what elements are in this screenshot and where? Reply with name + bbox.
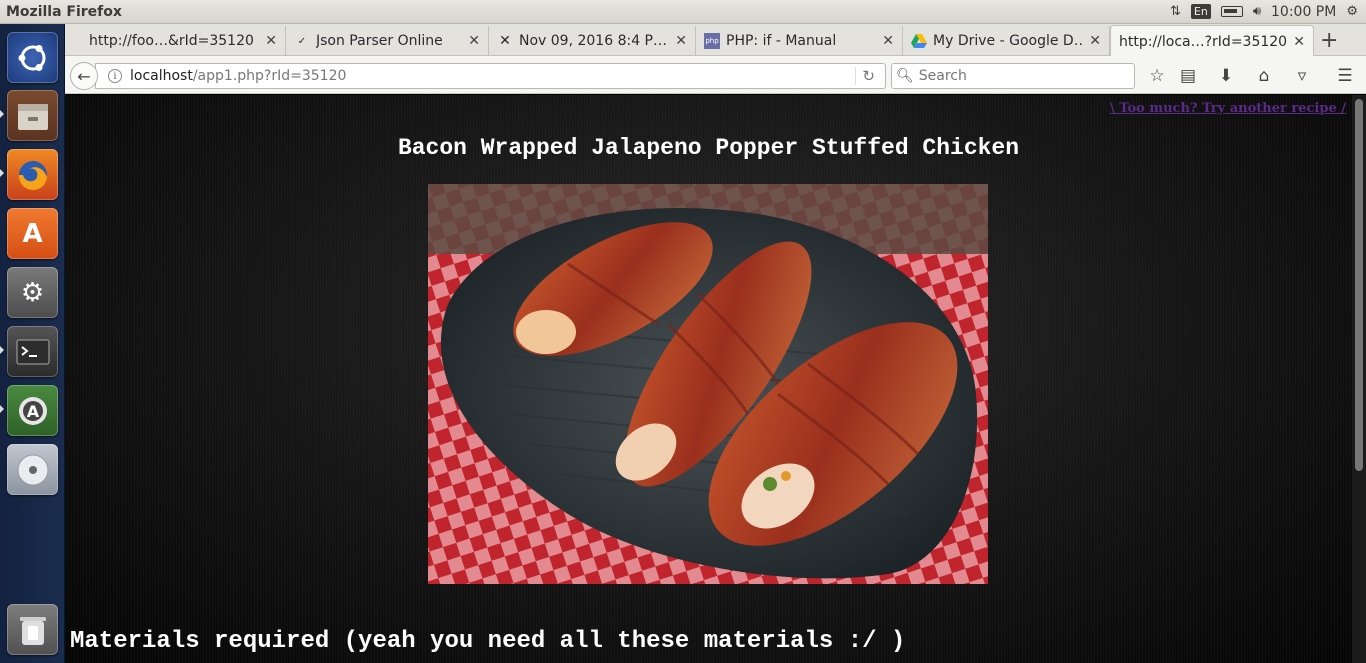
ubuntu-dash-button[interactable] (7, 32, 58, 83)
tab-label: http://foo…&rId=35120 (89, 33, 254, 49)
indicator-area: ⇅ En 🔊︎ 10:00 PM ⚙ (1170, 4, 1366, 20)
updater-icon: A (18, 396, 47, 425)
info-icon[interactable]: i (108, 69, 122, 83)
tab-5[interactable]: My Drive - Google D… ✕ (903, 26, 1110, 56)
file-cabinet-icon (17, 103, 48, 130)
running-indicator (0, 346, 4, 354)
network-transfer-icon[interactable]: ⇅ (1170, 4, 1181, 19)
close-tab-icon[interactable]: ✕ (675, 33, 687, 49)
close-tab-icon[interactable]: ✕ (468, 33, 480, 49)
shopping-bag-icon: A (22, 218, 43, 249)
recipe-title: Bacon Wrapped Jalapeno Popper Stuffed Ch… (397, 135, 1020, 161)
materials-heading: Materials required (yeah you need all th… (70, 628, 906, 655)
pocket-icon[interactable]: ▿ (1290, 64, 1314, 88)
tab-label: My Drive - Google D… (933, 33, 1084, 49)
url-host: localhost (130, 68, 193, 84)
running-indicator (0, 169, 4, 177)
page-content: \ Too much? Try another recipe / Bacon W… (65, 95, 1366, 663)
clock[interactable]: 10:00 PM (1271, 4, 1336, 20)
navigation-toolbar: i localhost/app1.php?rId=35120 ↻ ← 🔍︎ ☆ … (65, 56, 1366, 94)
terminal-button[interactable] (7, 326, 58, 377)
reading-list-icon[interactable]: ▤ (1176, 64, 1200, 88)
url-path: /app1.php?rId=35120 (192, 68, 347, 84)
trash-button[interactable] (7, 604, 58, 655)
tab-label: Json Parser Online (316, 33, 443, 49)
trash-icon (19, 616, 46, 645)
ubuntu-logo-icon (18, 44, 45, 71)
reload-icon[interactable]: ↻ (855, 67, 875, 85)
try-another-recipe-link[interactable]: \ Too much? Try another recipe / (1110, 101, 1346, 116)
files-button[interactable] (7, 90, 58, 141)
back-button[interactable]: ← (70, 62, 98, 90)
keyboard-layout-indicator[interactable]: En (1190, 4, 1211, 19)
tab-label: Nov 09, 2016 8:4 P… (519, 33, 667, 49)
menu-hamburger-icon[interactable]: ☰ (1333, 64, 1357, 88)
tab-strip: http://foo…&rId=35120 ✕ ✓ Json Parser On… (65, 24, 1366, 57)
close-tab-icon[interactable]: ✕ (1089, 33, 1101, 49)
url-bar[interactable]: i localhost/app1.php?rId=35120 ↻ (95, 63, 886, 89)
software-center-button[interactable]: A (7, 208, 58, 259)
google-drive-icon (911, 33, 927, 49)
app-title: Mozilla Firefox (6, 3, 122, 20)
firefox-icon (18, 160, 47, 190)
gear-wrench-icon: ⚙ (20, 277, 45, 308)
software-updater-button[interactable]: A (7, 385, 58, 436)
tab-2[interactable]: ✓ Json Parser Online ✕ (286, 26, 489, 56)
bookmark-star-icon[interactable]: ☆ (1145, 64, 1169, 88)
firefox-window: http://foo…&rId=35120 ✕ ✓ Json Parser On… (65, 24, 1366, 663)
new-tab-icon[interactable]: + (1320, 28, 1338, 53)
search-bar[interactable]: 🔍︎ (891, 63, 1135, 89)
search-icon: 🔍︎ (896, 68, 914, 84)
tab-label: http://loca…?rId=35120 (1119, 33, 1288, 50)
download-icon[interactable]: ⬇ (1214, 64, 1238, 88)
running-indicator (0, 110, 4, 118)
close-tab-icon[interactable]: ✕ (1293, 34, 1305, 50)
tab-4[interactable]: php PHP: if - Manual ✕ (696, 26, 903, 56)
scrollbar-thumb[interactable] (1355, 99, 1363, 471)
recipe-photo (428, 184, 988, 584)
json-icon: ✓ (297, 35, 307, 47)
disc-icon (17, 454, 48, 485)
tab-label: PHP: if - Manual (726, 33, 837, 49)
tab-6-active[interactable]: http://loca…?rId=35120 ✕ (1110, 25, 1314, 57)
php-icon: php (704, 33, 720, 49)
tab-1[interactable]: http://foo…&rId=35120 ✕ (81, 26, 286, 56)
svg-text:A: A (26, 402, 39, 421)
settings-gear-icon[interactable]: ⚙ (1346, 4, 1358, 19)
page-scrollbar[interactable] (1352, 95, 1366, 663)
close-tab-icon[interactable]: ✕ (265, 33, 277, 49)
volume-icon[interactable]: 🔊︎ (1253, 4, 1261, 19)
dvd-button[interactable] (7, 444, 58, 495)
back-arrow-icon: ← (77, 66, 91, 86)
cross-arrows-icon: ✕ (499, 33, 511, 49)
tab-3[interactable]: ✕ Nov 09, 2016 8:4 P… ✕ (489, 26, 696, 56)
close-tab-icon[interactable]: ✕ (882, 33, 894, 49)
terminal-icon (16, 339, 49, 364)
home-icon[interactable]: ⌂ (1252, 64, 1276, 88)
running-indicator (0, 405, 4, 413)
search-input[interactable] (918, 68, 1119, 84)
system-settings-button[interactable]: ⚙ (7, 267, 58, 318)
launcher: A ⚙ A (0, 24, 65, 663)
top-panel: Mozilla Firefox ⇅ En 🔊︎ 10:00 PM ⚙ (0, 0, 1366, 24)
battery-icon[interactable] (1220, 6, 1243, 17)
firefox-button[interactable] (7, 149, 58, 200)
